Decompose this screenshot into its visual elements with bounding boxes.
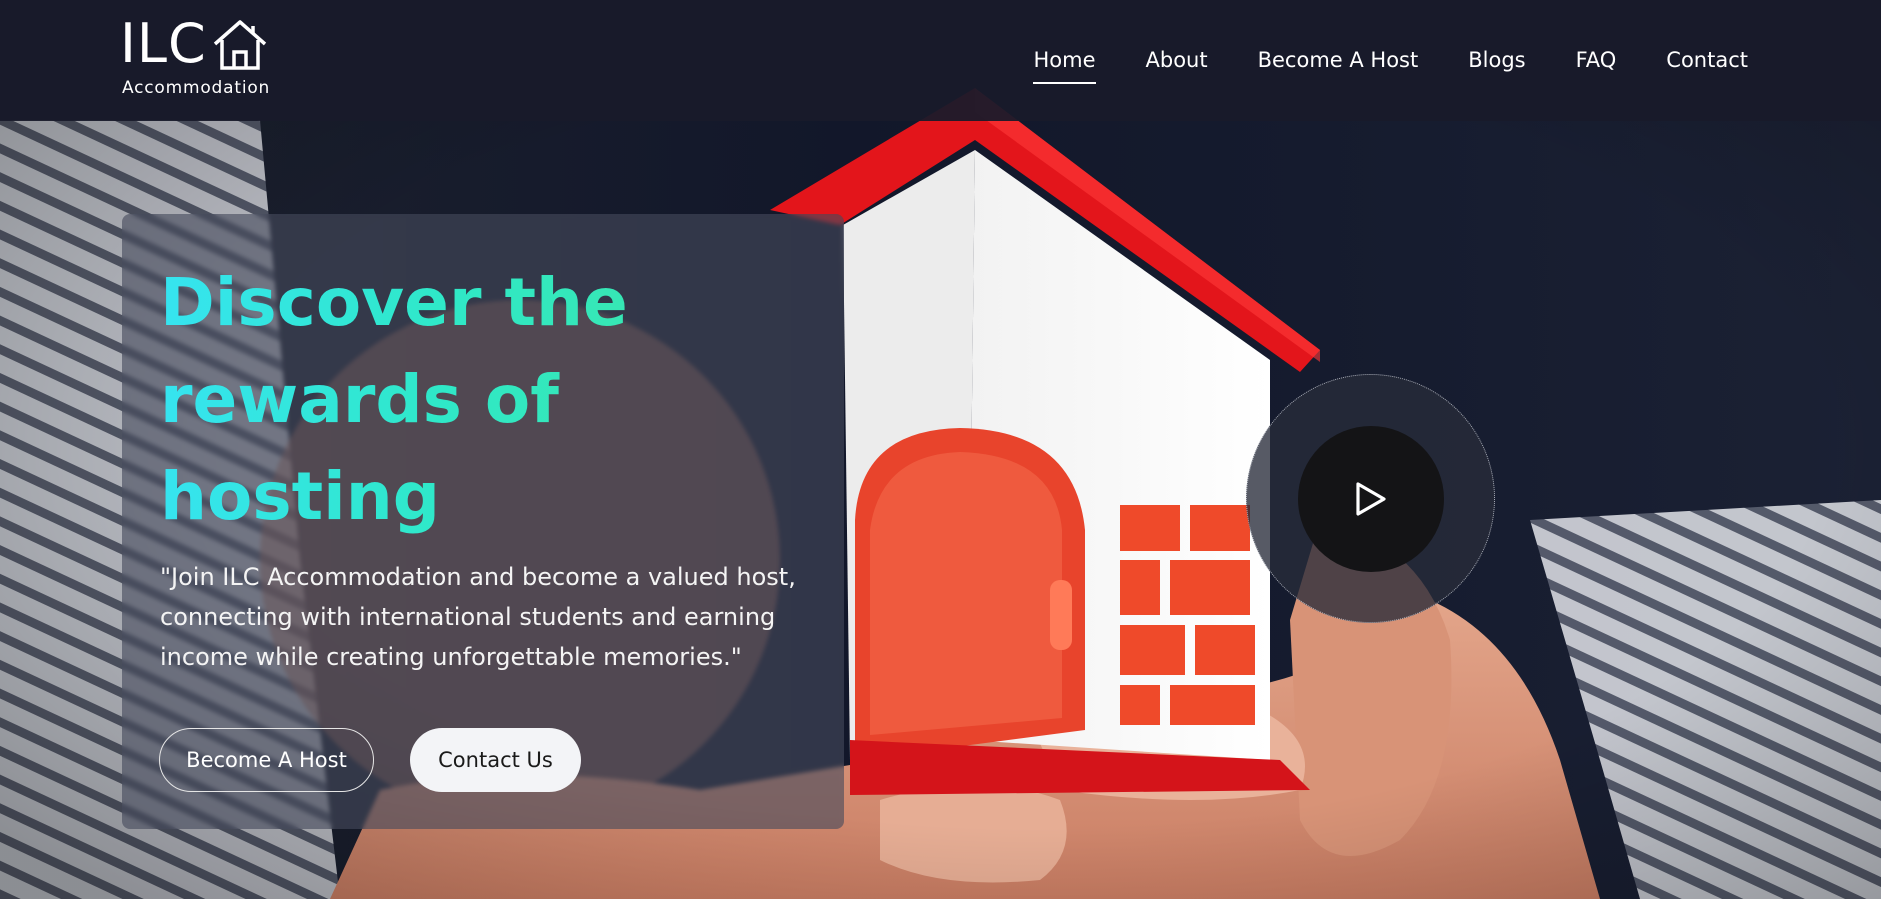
become-a-host-button[interactable]: Become A Host [159, 728, 374, 792]
nav-become-a-host[interactable]: Become A Host [1258, 48, 1419, 72]
site-header: ILC Accommodation Home About Become A Ho… [0, 0, 1881, 121]
logo-mark: ILC [120, 16, 269, 72]
contact-us-button[interactable]: Contact Us [410, 728, 581, 792]
logo-subtitle: Accommodation [122, 78, 271, 98]
nav-about[interactable]: About [1146, 48, 1208, 72]
hero-headline: Discover the rewards of hosting [160, 254, 780, 545]
nav-blogs[interactable]: Blogs [1468, 48, 1525, 72]
main-navigation: Home About Become A Host Blogs FAQ Conta… [1033, 48, 1748, 84]
nav-home[interactable]: Home [1033, 48, 1096, 84]
nav-contact[interactable]: Contact [1666, 48, 1748, 72]
video-play-button[interactable] [1246, 374, 1495, 623]
hero-tagline: "Join ILC Accommodation and become a val… [160, 563, 796, 671]
house-icon [213, 20, 266, 70]
hero-card: Discover the rewards of hosting "Join IL… [122, 214, 844, 829]
play-icon [1356, 482, 1386, 516]
play-button-core [1298, 426, 1444, 572]
logo-wordmark: ILC [120, 12, 207, 75]
site-logo[interactable]: ILC Accommodation [120, 16, 280, 102]
nav-faq[interactable]: FAQ [1576, 48, 1617, 72]
